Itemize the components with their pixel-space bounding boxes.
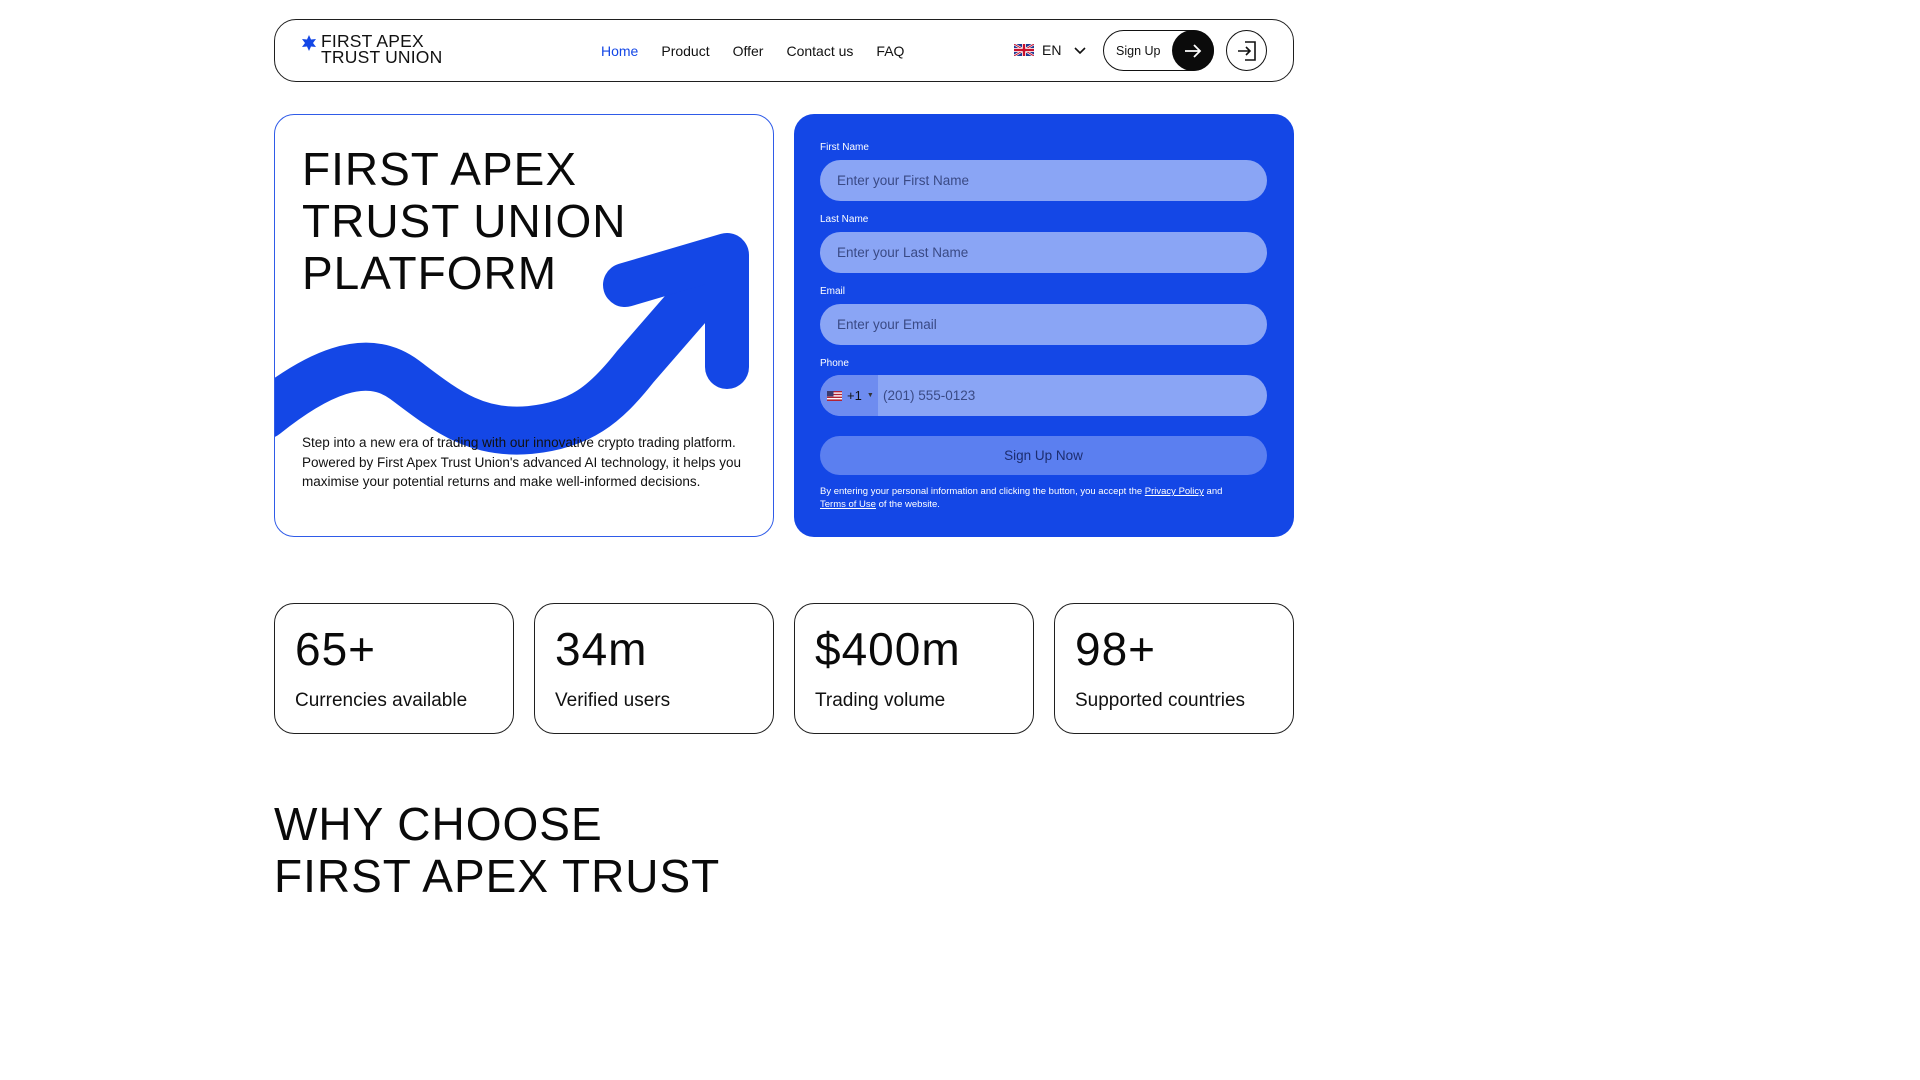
arrow-right-icon [1172, 30, 1214, 71]
first-name-label: First Name [820, 142, 869, 153]
nav-home[interactable]: Home [601, 42, 638, 60]
last-name-field[interactable] [820, 232, 1267, 273]
star-icon [302, 35, 316, 51]
stat-card: 34m Verified users [534, 603, 774, 734]
sign-up-now-button[interactable]: Sign Up Now [820, 436, 1267, 475]
us-flag-icon [827, 390, 842, 401]
hero-title-line: PLATFORM [302, 247, 558, 299]
country-code-selector[interactable]: +1 ▼ [820, 375, 878, 416]
hero-title-line: FIRST APEX [302, 143, 578, 195]
privacy-policy-link[interactable]: Privacy Policy [1145, 486, 1204, 497]
email-field[interactable] [820, 304, 1267, 345]
header-signup-button[interactable]: Sign Up [1103, 30, 1214, 71]
login-icon [1237, 40, 1256, 61]
login-button[interactable] [1226, 30, 1267, 71]
consent-text: By entering your personal information an… [820, 485, 1275, 511]
stat-value: 98+ [1075, 623, 1157, 675]
email-label: Email [820, 286, 846, 297]
phone-field-group: +1 ▼ [820, 375, 1267, 416]
stat-caption: Supported countries [1075, 690, 1246, 711]
stat-value: $400m [815, 623, 961, 675]
consent-and: and [1206, 486, 1223, 497]
nav-faq[interactable]: FAQ [876, 42, 904, 60]
signup-form: First Name Last Name Email Phone +1 ▼ Si… [794, 114, 1294, 537]
consent-prefix: By entering your personal information an… [820, 486, 1143, 497]
uk-flag-icon [1014, 44, 1034, 56]
stat-card: $400m Trading volume [794, 603, 1034, 734]
signup-label: Sign Up [1116, 43, 1161, 58]
why-title-line: WHY CHOOSE [274, 798, 603, 850]
last-name-label: Last Name [820, 214, 869, 225]
hero-title-line: TRUST UNION [302, 195, 627, 247]
main-nav: Home Product Offer Contact us FAQ [601, 42, 927, 60]
why-title-line: FIRST APEX TRUST [274, 850, 721, 902]
stat-value: 34m [555, 623, 648, 675]
site-header: FIRST APEX TRUST UNION Home Product Offe… [274, 19, 1294, 82]
nav-product[interactable]: Product [661, 42, 709, 60]
chevron-down-icon [1074, 47, 1087, 55]
logo-line-2: TRUST UNION [321, 47, 443, 67]
language-selector[interactable]: EN [1014, 42, 1087, 58]
stat-caption: Currencies available [295, 690, 468, 711]
logo-text: FIRST APEX TRUST UNION [321, 32, 443, 67]
country-code: +1 [847, 388, 862, 403]
hero-title: FIRST APEX TRUST UNION PLATFORM [302, 143, 702, 299]
stat-value: 65+ [295, 623, 377, 675]
terms-of-use-link[interactable]: Terms of Use [820, 499, 876, 510]
phone-field[interactable] [878, 375, 1267, 416]
hero-card: FIRST APEX TRUST UNION PLATFORM Step int… [274, 114, 774, 537]
nav-contact-us[interactable]: Contact us [786, 42, 853, 60]
hero-description: Step into a new era of trading with our … [302, 435, 742, 489]
why-choose-heading: WHY CHOOSE FIRST APEX TRUST [274, 798, 794, 902]
logo[interactable]: FIRST APEX TRUST UNION [301, 32, 443, 67]
consent-suffix: of the website. [878, 499, 940, 510]
stat-card: 65+ Currencies available [274, 603, 514, 734]
first-name-field[interactable] [820, 160, 1267, 201]
nav-offer[interactable]: Offer [733, 42, 764, 60]
language-label: EN [1042, 42, 1062, 58]
stat-card: 98+ Supported countries [1054, 603, 1294, 734]
stat-caption: Trading volume [815, 690, 946, 711]
caret-down-icon: ▼ [866, 392, 874, 399]
phone-label: Phone [820, 358, 849, 369]
stat-caption: Verified users [555, 690, 671, 711]
